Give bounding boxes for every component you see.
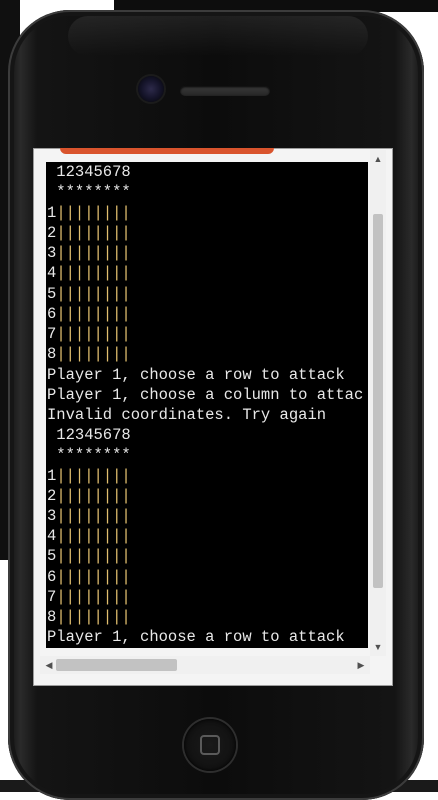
horizontal-scrollbar[interactable]: ◀ ▶ bbox=[40, 656, 370, 674]
prompt-column: Player 1, choose a column to attac bbox=[47, 386, 364, 404]
row-cells: |||||||| bbox=[56, 547, 131, 565]
error-message: Invalid coordinates. Try again bbox=[47, 406, 327, 424]
row-cells: |||||||| bbox=[56, 608, 131, 626]
row-number: 1 bbox=[47, 467, 57, 485]
home-button[interactable] bbox=[184, 719, 236, 771]
row-number: 5 bbox=[47, 547, 57, 565]
row-number: 3 bbox=[47, 507, 57, 525]
row-number: 8 bbox=[47, 345, 57, 363]
board-row: 7|||||||| bbox=[47, 587, 131, 607]
vertical-scroll-thumb[interactable] bbox=[373, 214, 383, 588]
row-cells: |||||||| bbox=[56, 467, 131, 485]
row-number: 5 bbox=[47, 285, 57, 303]
row-number: 4 bbox=[47, 264, 57, 282]
vertical-scrollbar[interactable]: ▲ ▼ bbox=[370, 150, 386, 656]
board-row: 5|||||||| bbox=[47, 284, 131, 304]
board-row: 2|||||||| bbox=[47, 486, 131, 506]
row-cells: |||||||| bbox=[56, 507, 131, 525]
board-row: 1|||||||| bbox=[47, 203, 131, 223]
column-header: 12345678 bbox=[47, 163, 131, 181]
row-cells: |||||||| bbox=[56, 487, 131, 505]
row-cells: |||||||| bbox=[56, 568, 131, 586]
home-icon bbox=[200, 735, 220, 755]
row-number: 4 bbox=[47, 527, 57, 545]
board-row: 3|||||||| bbox=[47, 506, 131, 526]
row-cells: |||||||| bbox=[56, 244, 131, 262]
row-cells: |||||||| bbox=[56, 588, 131, 606]
board-row: 5|||||||| bbox=[47, 546, 131, 566]
header-separator: ******** bbox=[47, 183, 131, 201]
row-number: 7 bbox=[47, 588, 57, 606]
row-number: 3 bbox=[47, 244, 57, 262]
board-row: 1|||||||| bbox=[47, 466, 131, 486]
row-number: 2 bbox=[47, 224, 57, 242]
board-row: 4|||||||| bbox=[47, 526, 131, 546]
board-row: 4|||||||| bbox=[47, 263, 131, 283]
phone-shine bbox=[68, 16, 368, 56]
row-cells: |||||||| bbox=[56, 345, 131, 363]
row-number: 8 bbox=[47, 608, 57, 626]
prompt-row: Player 1, choose a row to attack bbox=[47, 366, 345, 384]
row-cells: |||||||| bbox=[56, 224, 131, 242]
row-cells: |||||||| bbox=[56, 204, 131, 222]
run-button-bar[interactable] bbox=[60, 148, 274, 154]
scroll-up-icon[interactable]: ▲ bbox=[370, 152, 386, 166]
scroll-down-icon[interactable]: ▼ bbox=[370, 640, 386, 654]
row-number: 7 bbox=[47, 325, 57, 343]
row-number: 6 bbox=[47, 305, 57, 323]
row-cells: |||||||| bbox=[56, 285, 131, 303]
row-cells: |||||||| bbox=[56, 264, 131, 282]
row-cells: |||||||| bbox=[56, 305, 131, 323]
board-row: 3|||||||| bbox=[47, 243, 131, 263]
row-number: 1 bbox=[47, 204, 57, 222]
prompt-row: Player 1, choose a row to attack bbox=[47, 628, 345, 646]
board-row: 8|||||||| bbox=[47, 344, 131, 364]
terminal-output[interactable]: 12345678 ******** 1|||||||| 2|||||||| 3|… bbox=[46, 162, 368, 648]
board-row: 6|||||||| bbox=[47, 304, 131, 324]
row-number: 6 bbox=[47, 568, 57, 586]
row-cells: |||||||| bbox=[56, 325, 131, 343]
scroll-left-icon[interactable]: ◀ bbox=[42, 656, 56, 674]
horizontal-scroll-thumb[interactable] bbox=[56, 659, 177, 671]
board-row: 8|||||||| bbox=[47, 607, 131, 627]
board-row: 6|||||||| bbox=[47, 567, 131, 587]
camera-icon bbox=[138, 76, 164, 102]
header-separator: ******** bbox=[47, 446, 131, 464]
column-header: 12345678 bbox=[47, 426, 131, 444]
speaker-grille bbox=[180, 86, 270, 96]
board-row: 2|||||||| bbox=[47, 223, 131, 243]
scroll-right-icon[interactable]: ▶ bbox=[354, 656, 368, 674]
row-cells: |||||||| bbox=[56, 527, 131, 545]
row-number: 2 bbox=[47, 487, 57, 505]
board-row: 7|||||||| bbox=[47, 324, 131, 344]
